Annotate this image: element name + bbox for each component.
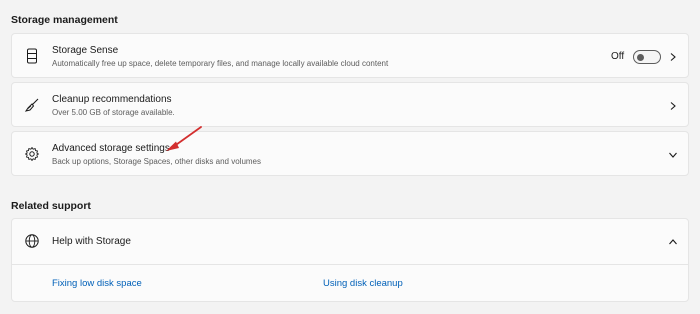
card-divider: [12, 264, 688, 265]
toggle-knob: [637, 53, 644, 61]
annotation-arrow: [166, 126, 202, 151]
cleanup-recommendations-card[interactable]: Cleanup recommendations Over 5.00 GB of …: [11, 82, 689, 127]
advanced-description: Back up options, Storage Spaces, other d…: [52, 157, 262, 166]
drive-icon: [24, 48, 40, 64]
chevron-up-icon[interactable]: [666, 235, 680, 249]
chevron-right-icon[interactable]: [666, 99, 680, 113]
storage-sense-toggle[interactable]: [633, 50, 661, 64]
cleanup-description: Over 5.00 GB of storage available.: [52, 108, 175, 117]
help-with-storage-card: Help with Storage Fixing low disk space …: [11, 218, 689, 302]
related-support-heading: Related support: [11, 200, 91, 212]
cleanup-title: Cleanup recommendations: [52, 94, 172, 105]
chevron-right-icon[interactable]: [666, 50, 680, 64]
link-fixing-low-disk-space[interactable]: Fixing low disk space: [52, 278, 142, 289]
globe-icon: [24, 233, 40, 249]
broom-icon: [24, 97, 40, 113]
storage-sense-toggle-state: Off: [611, 51, 625, 62]
chevron-down-icon[interactable]: [666, 148, 680, 162]
help-title[interactable]: Help with Storage: [52, 236, 131, 247]
storage-management-heading: Storage management: [11, 14, 118, 26]
gear-icon: [24, 146, 40, 162]
advanced-title: Advanced storage settings: [52, 143, 170, 154]
storage-sense-card[interactable]: Storage Sense Automatically free up spac…: [11, 33, 689, 78]
storage-sense-description: Automatically free up space, delete temp…: [52, 59, 389, 68]
link-using-disk-cleanup[interactable]: Using disk cleanup: [323, 278, 403, 289]
storage-sense-title: Storage Sense: [52, 45, 119, 56]
advanced-storage-settings-card[interactable]: Advanced storage settings Back up option…: [11, 131, 689, 176]
